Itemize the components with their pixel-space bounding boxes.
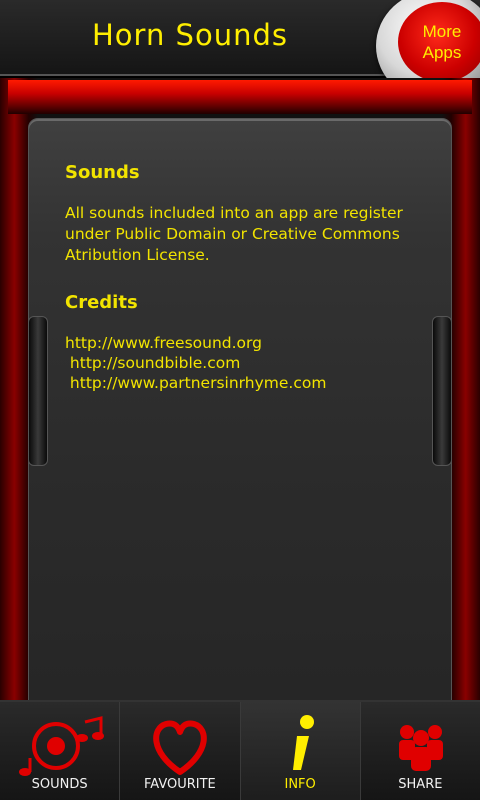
left-side-handle: [28, 316, 48, 466]
more-apps-label-line2: Apps: [422, 43, 462, 62]
credit-link-soundbible[interactable]: http://soundbible.com: [65, 353, 425, 373]
credit-link-partnersinrhyme[interactable]: http://www.partnersinrhyme.com: [65, 373, 425, 393]
app-title: Horn Sounds: [92, 18, 288, 52]
nav-tab-info[interactable]: INFO: [240, 702, 361, 800]
sounds-heading: Sounds: [65, 162, 140, 183]
frame-top-glow: [8, 80, 472, 114]
more-apps-label-line1: More: [422, 22, 462, 41]
bottom-nav: SOUNDS FAVOURITE INFO SHARE: [0, 700, 480, 800]
credits-heading: Credits: [65, 292, 138, 313]
nav-tab-share[interactable]: SHARE: [361, 702, 480, 800]
credit-link-freesound[interactable]: http://www.freesound.org: [65, 333, 425, 353]
info-content: Sounds All sounds included into an app a…: [65, 162, 425, 393]
right-side-handle: [432, 316, 452, 466]
nav-label-sounds: SOUNDS: [31, 777, 88, 792]
people-icon: [398, 725, 443, 771]
nav-tab-sounds[interactable]: SOUNDS: [0, 702, 121, 800]
nav-label-share: SHARE: [398, 777, 443, 792]
more-apps-badge[interactable]: More Apps: [398, 2, 480, 82]
nav-label-favourite: FAVOURITE: [143, 777, 216, 792]
heart-icon: [153, 720, 208, 775]
info-icon: [292, 715, 314, 770]
nav-label-info: INFO: [284, 777, 316, 792]
music-disc-icon: [19, 716, 104, 776]
nav-tab-favourite[interactable]: FAVOURITE: [120, 702, 241, 800]
sounds-text: All sounds included into an app are regi…: [65, 204, 403, 264]
